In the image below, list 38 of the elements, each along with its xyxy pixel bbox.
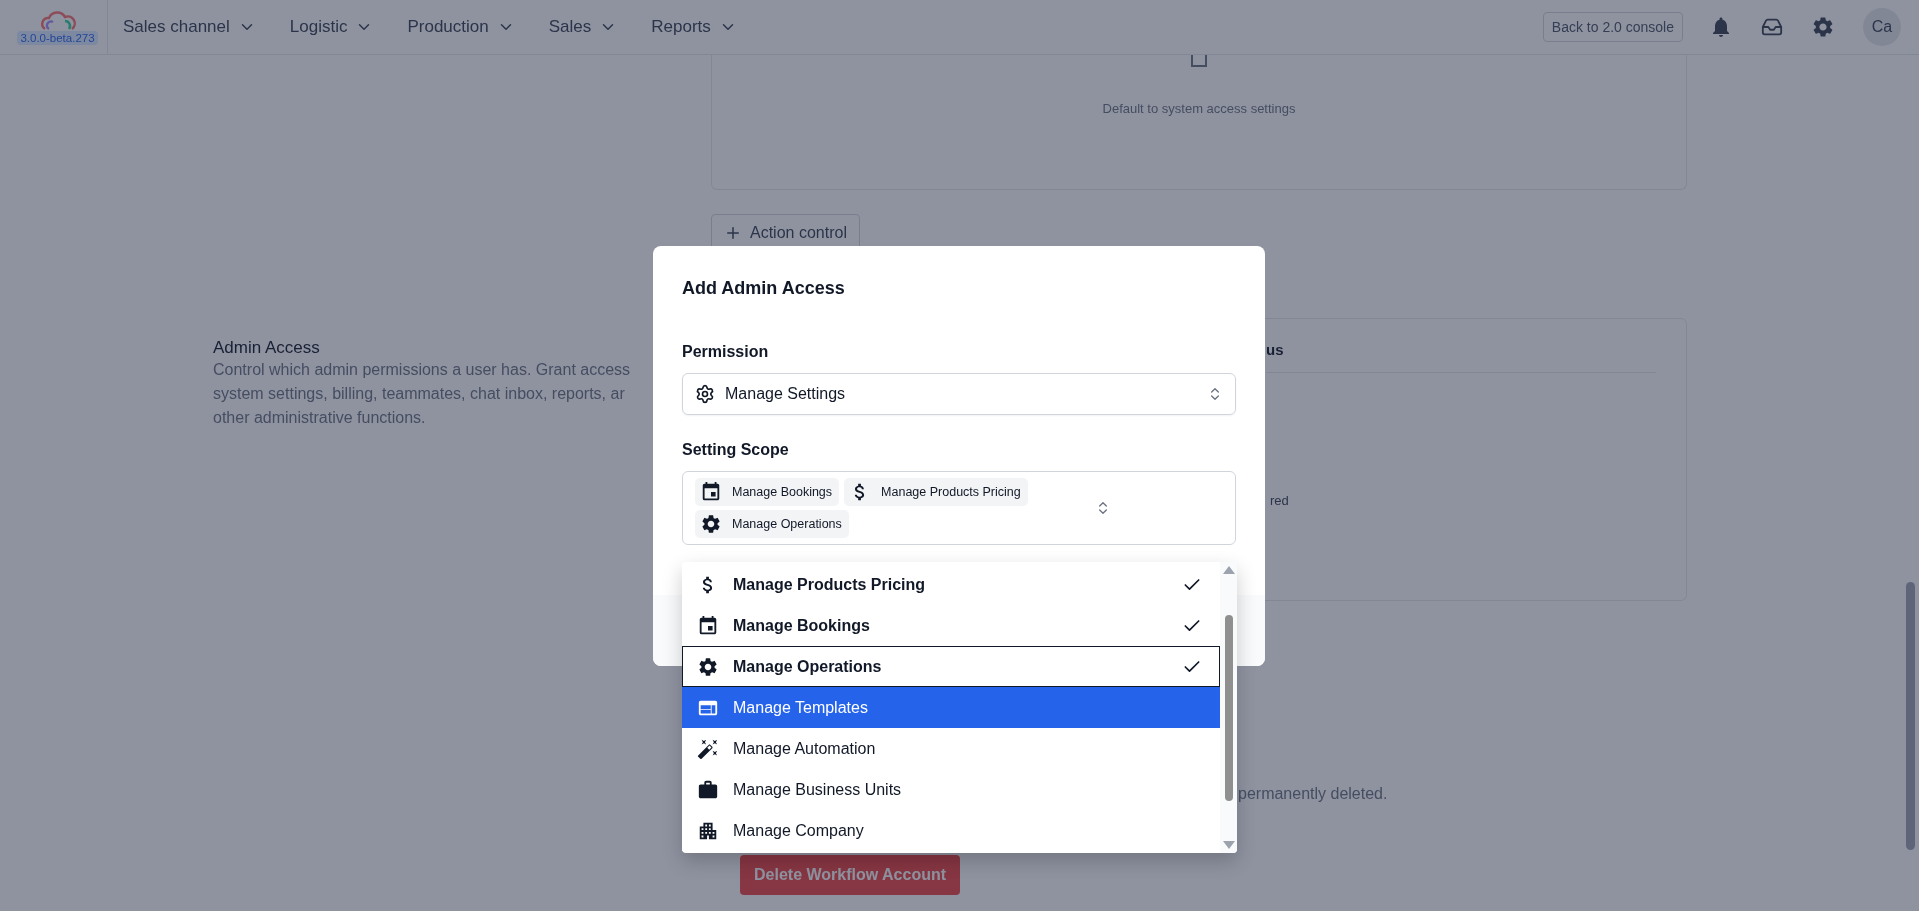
gear-icon (700, 513, 722, 535)
nav-menu[interactable]: Logistic (289, 17, 374, 37)
permission-select[interactable]: Manage Settings (682, 373, 1236, 415)
calendar-icon (697, 614, 719, 637)
user-avatar[interactable]: Ca (1863, 8, 1901, 46)
scope-select[interactable]: Manage Bookings Manage Products Pricing Manage Operations (682, 471, 1236, 545)
page-scrollbar[interactable] (1906, 582, 1915, 850)
gear-icon (697, 655, 719, 678)
nav-menu[interactable]: Sales (548, 17, 618, 37)
scope-tag: Manage Operations (695, 510, 849, 538)
option-item[interactable]: Manage Templates (682, 687, 1220, 728)
inbox-icon[interactable] (1761, 16, 1783, 38)
settings-icon[interactable] (1811, 15, 1835, 39)
scope-tag: Manage Bookings (695, 478, 840, 506)
nav-menu[interactable]: Production (407, 17, 515, 37)
magic-wand-icon (697, 737, 719, 760)
nav-menu[interactable]: Reports (651, 17, 737, 37)
card-text: red (1270, 493, 1290, 508)
nav-menu[interactable]: Sales channel (123, 17, 256, 37)
section-description: other administrative functions. (213, 408, 426, 428)
section-description: system settings, billing, teammates, chat inbox, reports, ar (213, 384, 625, 404)
modal-title: Add Admin Access (682, 278, 846, 299)
back-console-button[interactable]: Back to 2.0 console (1542, 12, 1683, 42)
list-scrollbar[interactable] (1220, 562, 1237, 853)
field-label: Permission (682, 343, 770, 361)
gear-icon (695, 384, 715, 404)
section-description: Control which admin permissions a user has. Grant access (213, 360, 631, 380)
scope-tag: Manage Products Pricing (844, 478, 1028, 506)
plus-icon (724, 224, 742, 242)
option-item[interactable]: Manage Operations (682, 646, 1220, 687)
briefcase-icon (697, 778, 719, 801)
version-badge: 3.0.0-beta.273 (17, 31, 98, 45)
field-label: Setting Scope (682, 441, 790, 459)
delete-warning: permanently deleted. (1238, 785, 1389, 803)
access-note: Default to system access settings (1102, 101, 1296, 116)
cloud-logo-icon (38, 9, 77, 33)
card-heading: us (1266, 341, 1656, 373)
calendar-icon (700, 481, 722, 503)
